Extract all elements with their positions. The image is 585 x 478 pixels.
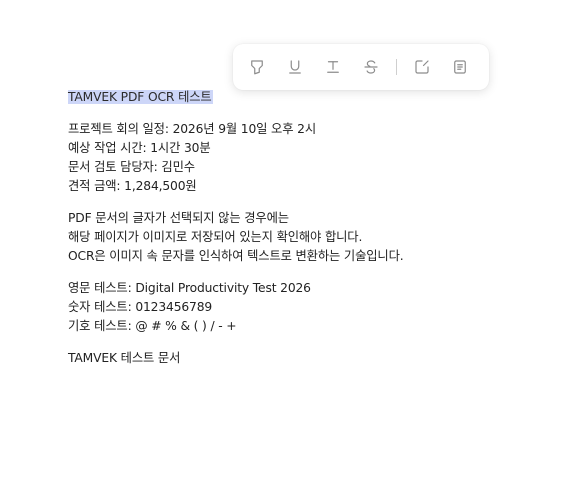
title-line: TAMVEK PDF OCR 테스트 bbox=[68, 88, 568, 107]
paragraph-line-2[interactable]: 해당 페이지가 이미지로 저장되어 있는지 확인해야 합니다. bbox=[68, 228, 568, 247]
schedule-line[interactable]: 프로젝트 회의 일정: 2026년 9월 10일 오후 2시 bbox=[68, 120, 568, 139]
number-test-line[interactable]: 숫자 테스트: 0123456789 bbox=[68, 298, 568, 317]
selected-title-text[interactable]: TAMVEK PDF OCR 테스트 bbox=[68, 90, 213, 104]
text-format-icon[interactable] bbox=[323, 57, 343, 77]
text-selection-toolbar bbox=[233, 44, 489, 90]
toolbar-divider bbox=[396, 59, 397, 75]
copy-text-icon[interactable] bbox=[450, 57, 470, 77]
highlighter-icon[interactable] bbox=[247, 57, 267, 77]
underline-icon[interactable] bbox=[285, 57, 305, 77]
english-test-line[interactable]: 영문 테스트: Digital Productivity Test 2026 bbox=[68, 279, 568, 298]
paragraph-line-3[interactable]: OCR은 이미지 속 문자를 인식하여 텍스트로 변환하는 기술입니다. bbox=[68, 247, 568, 266]
paragraph-line-1[interactable]: PDF 문서의 글자가 선택되지 않는 경우에는 bbox=[68, 209, 568, 228]
edit-note-icon[interactable] bbox=[412, 57, 432, 77]
expected-time-line[interactable]: 예상 작업 시간: 1시간 30분 bbox=[68, 139, 568, 158]
strikethrough-icon[interactable] bbox=[361, 57, 381, 77]
reviewer-line[interactable]: 문서 검토 담당자: 김민수 bbox=[68, 158, 568, 177]
footer-title-line[interactable]: TAMVEK 테스트 문서 bbox=[68, 349, 568, 368]
document-text: TAMVEK PDF OCR 테스트 프로젝트 회의 일정: 2026년 9월 … bbox=[68, 88, 568, 368]
estimate-line[interactable]: 견적 금액: 1,284,500원 bbox=[68, 177, 568, 196]
symbol-test-line[interactable]: 기호 테스트: @ # % & ( ) / - + bbox=[68, 317, 568, 336]
